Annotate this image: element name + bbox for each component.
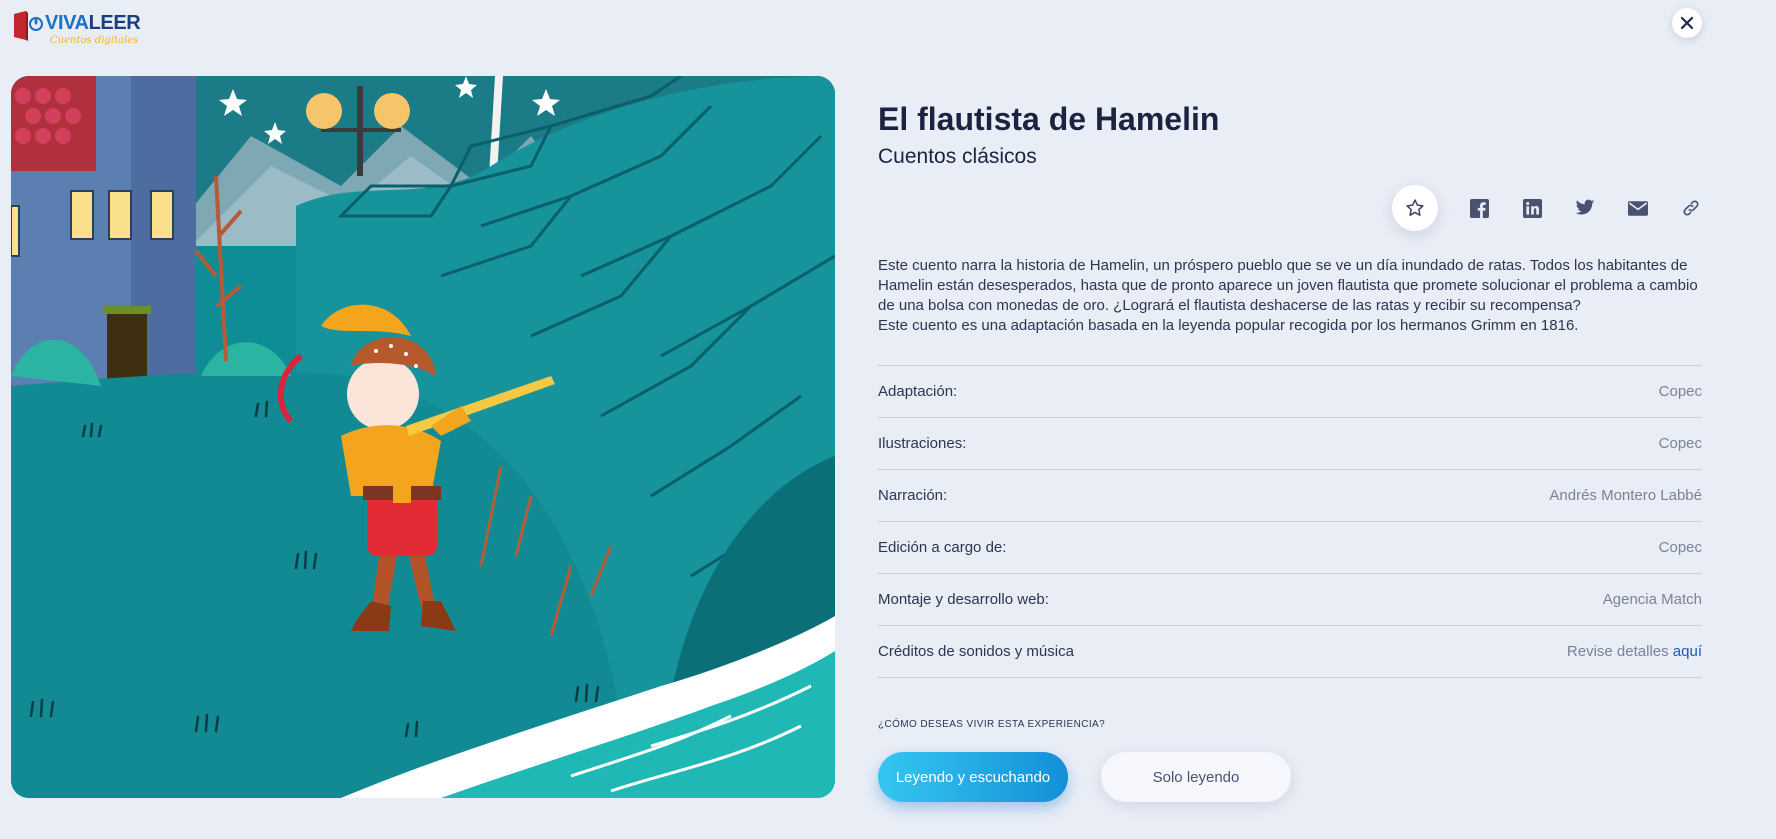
- credit-value: Andrés Montero Labbé: [1549, 487, 1702, 504]
- credit-value: Copec: [1658, 539, 1702, 556]
- brand-logo[interactable]: VIVALEER Cuentos digitales: [12, 9, 142, 49]
- credit-row-web-development: Montaje y desarrollo web: Agencia Match: [878, 574, 1702, 626]
- credit-label: Adaptación:: [878, 383, 958, 400]
- email-share-button[interactable]: [1627, 197, 1649, 219]
- facebook-icon: [1469, 198, 1489, 218]
- read-only-button[interactable]: Solo leyendo: [1101, 752, 1291, 802]
- twitter-share-button[interactable]: [1574, 197, 1596, 219]
- credit-value: Copec: [1658, 435, 1702, 452]
- mail-icon: [1628, 200, 1648, 216]
- story-details: El flautista de Hamelin Cuentos clásicos: [878, 94, 1702, 802]
- story-category: Cuentos clásicos: [878, 145, 1037, 168]
- credit-label: Créditos de sonidos y música: [878, 643, 1074, 660]
- credit-value: Copec: [1658, 383, 1702, 400]
- book-logo-icon: [14, 11, 43, 41]
- description-paragraph: Este cuento es una adaptación basada en …: [878, 317, 1579, 334]
- credit-label: Ilustraciones:: [878, 435, 967, 452]
- experience-question: ¿CÓMO DESEAS VIVIR ESTA EXPERIENCIA?: [878, 719, 1106, 730]
- credit-row-narration: Narración: Andrés Montero Labbé: [878, 470, 1702, 522]
- share-toolbar: [878, 185, 1702, 233]
- facebook-share-button[interactable]: [1468, 197, 1490, 219]
- credit-label: Edición a cargo de:: [878, 539, 1007, 556]
- linkedin-icon: [1522, 198, 1542, 218]
- brand-name: VIVALEER: [45, 12, 141, 34]
- credit-row-adaptation: Adaptación: Copec: [878, 366, 1702, 418]
- credit-row-sound-music: Créditos de sonidos y música Revise deta…: [878, 626, 1702, 678]
- linkedin-share-button[interactable]: [1521, 197, 1543, 219]
- credit-label: Montaje y desarrollo web:: [878, 591, 1049, 608]
- credit-label: Narración:: [878, 487, 948, 504]
- credit-row-edition: Edición a cargo de: Copec: [878, 522, 1702, 574]
- credit-value: Revise detalles: [1566, 643, 1669, 660]
- story-title: El flautista de Hamelin: [878, 101, 1220, 137]
- credit-value: Agencia Match: [1602, 591, 1702, 608]
- story-cover-illustration: [11, 76, 835, 798]
- credits-list: Adaptación: Copec Ilustraciones: Copec N…: [878, 365, 1702, 678]
- description-paragraph: Este cuento narra la historia de Hamelin…: [878, 257, 1698, 314]
- read-and-listen-button[interactable]: Leyendo y escuchando: [878, 752, 1068, 802]
- close-icon: [1680, 16, 1694, 30]
- credit-value-group: Revise detalles aquí: [1567, 643, 1702, 660]
- favorite-button[interactable]: [1392, 185, 1438, 231]
- sound-credits-link[interactable]: aquí: [1673, 643, 1702, 660]
- star-icon: [1406, 199, 1424, 216]
- copy-link-button[interactable]: [1680, 197, 1702, 219]
- credit-row-illustrations: Ilustraciones: Copec: [878, 418, 1702, 470]
- story-description: Este cuento narra la historia de Hamelin…: [878, 256, 1708, 336]
- brand-tagline: Cuentos digitales: [50, 35, 139, 46]
- link-icon: [1683, 200, 1699, 216]
- twitter-icon: [1575, 199, 1595, 215]
- close-button[interactable]: [1672, 8, 1702, 38]
